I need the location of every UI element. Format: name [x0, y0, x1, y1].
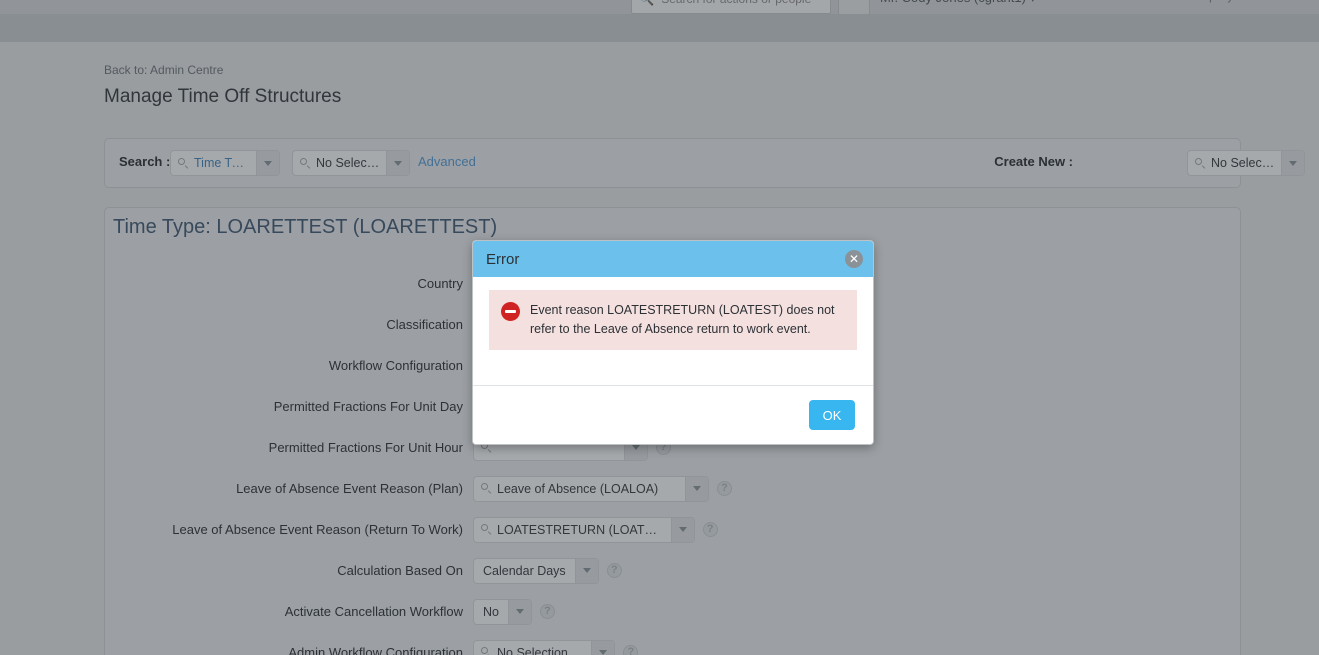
error-message-box: Event reason LOATESTRETURN (LOATEST) doe…	[489, 290, 857, 350]
error-dialog-title: Error	[486, 250, 520, 268]
ok-button[interactable]: OK	[809, 400, 855, 430]
error-dialog: Error ✕ Event reason LOATESTRETURN (LOAT…	[472, 240, 874, 445]
app-page: 🔍 Mr. Cody Jones (cgrant1) ▾ An SAP Comp…	[0, 0, 1319, 655]
error-dialog-body: Event reason LOATESTRETURN (LOATEST) doe…	[473, 277, 873, 385]
error-message-text: Event reason LOATESTRETURN (LOATEST) doe…	[530, 303, 835, 336]
error-dialog-footer: OK	[473, 385, 873, 444]
close-icon[interactable]: ✕	[845, 250, 863, 268]
error-stop-icon	[501, 302, 520, 321]
error-dialog-header: Error ✕	[473, 241, 873, 277]
